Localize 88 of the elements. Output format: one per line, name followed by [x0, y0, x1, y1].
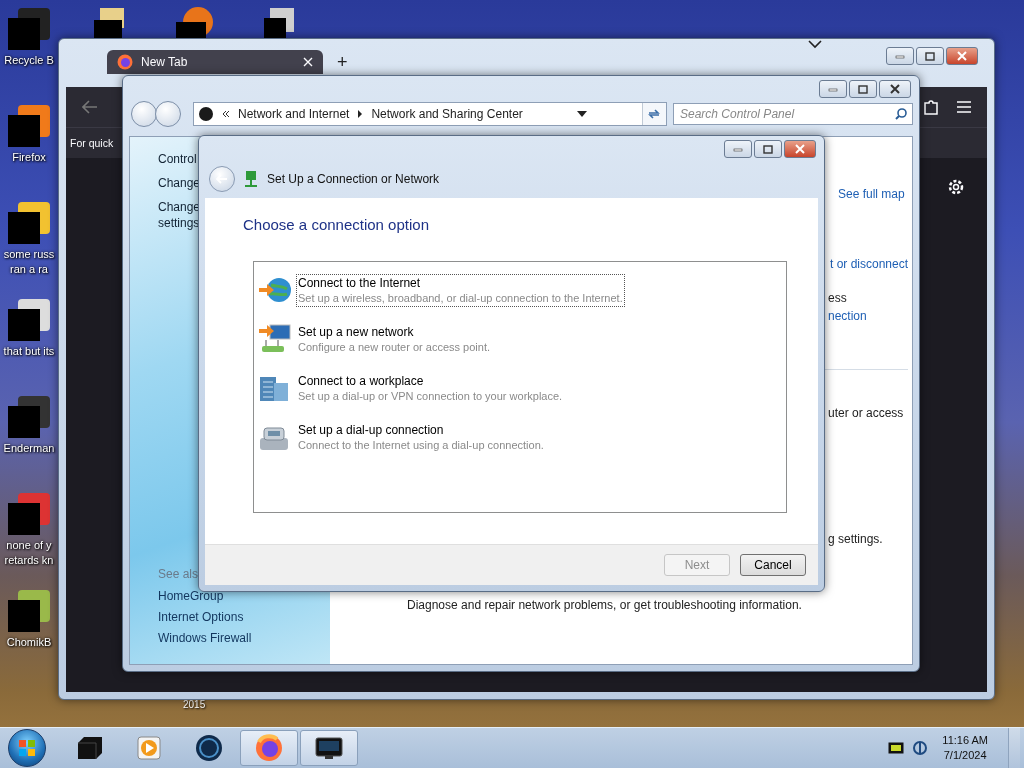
maximize-button[interactable]	[849, 80, 877, 98]
breadcrumb-arrow-icon	[357, 110, 364, 118]
back-arrow-icon	[216, 174, 228, 184]
maximize-button[interactable]	[754, 140, 782, 158]
desktop-icon-label[interactable]: ChomikB	[6, 636, 52, 649]
censored-app-icon[interactable]	[6, 588, 52, 634]
breadcrumb-item[interactable]: Network and Internet	[238, 107, 350, 121]
task-link[interactable]: t or disconnect	[830, 257, 909, 271]
minimize-icon	[828, 86, 838, 92]
start-button[interactable]	[8, 729, 46, 767]
close-icon	[956, 51, 968, 61]
close-icon[interactable]	[303, 57, 313, 67]
task-link[interactable]: nection	[828, 309, 867, 323]
minimize-button[interactable]	[724, 140, 752, 158]
back-arrow-icon[interactable]	[82, 100, 98, 114]
monitor-icon	[314, 736, 344, 760]
dialog-title: Set Up a Connection or Network	[267, 172, 440, 186]
maximize-button[interactable]	[916, 47, 944, 65]
firefox-icon	[255, 734, 283, 762]
censored-app-icon[interactable]	[174, 6, 214, 40]
see-also-heading: See als	[158, 567, 200, 581]
desktop-icon-label[interactable]: that but its	[3, 345, 55, 358]
minimize-button[interactable]	[819, 80, 847, 98]
taskbar-app-button[interactable]	[300, 730, 358, 766]
double-chevron-icon	[222, 110, 230, 118]
close-icon	[794, 144, 806, 154]
description-text: ess	[828, 291, 847, 305]
search-icon	[895, 108, 907, 120]
breadcrumb-item[interactable]: Network and Sharing Center	[371, 107, 523, 121]
menu-icon[interactable]	[957, 101, 971, 113]
bookmarks-hint-text: For quick	[70, 137, 114, 149]
globe-arrow-icon	[258, 275, 292, 305]
description-text: uter or access	[828, 406, 904, 420]
connection-option[interactable]: Connect to the Internet Set up a wireless, broadband, or dial-up connection to the Internet.	[296, 273, 625, 307]
censored-app-icon[interactable]	[6, 297, 52, 343]
maximize-icon	[763, 144, 773, 154]
back-button[interactable]	[209, 166, 235, 192]
description-text: g settings.	[828, 532, 883, 546]
refresh-icon	[647, 108, 662, 120]
censored-app-icon[interactable]	[6, 200, 52, 246]
address-bar[interactable]: Network and Internet Network and Sharing Center	[193, 102, 667, 126]
dropdown-arrow-icon[interactable]	[577, 111, 588, 117]
desktop-icon-label[interactable]: Firefox	[12, 151, 46, 164]
tab-title: New Tab	[141, 55, 189, 69]
windows-logo	[18, 739, 36, 757]
back-button[interactable]	[131, 101, 157, 127]
connection-option[interactable]: Set up a dial-up connection Connect to the Internet using a dial-up connection.	[296, 420, 546, 454]
puzzle-icon[interactable]	[923, 98, 939, 116]
minimize-button[interactable]	[886, 47, 914, 65]
browser-tab[interactable]: New Tab	[107, 50, 323, 74]
network-setup-icon	[243, 170, 259, 188]
see-also-link[interactable]: Windows Firewall	[158, 631, 330, 645]
task-link[interactable]: See full map	[838, 187, 905, 201]
desktop-icon-label[interactable]: retards kn	[4, 554, 54, 567]
network-status-icon[interactable]	[912, 740, 929, 756]
desktop-icon-label[interactable]: ran a ra	[10, 263, 48, 276]
connection-option[interactable]: Set up a new network Configure a new router or access point.	[296, 322, 492, 356]
desktop-icon-label[interactable]: none of y	[6, 539, 52, 552]
globe-icon	[195, 734, 223, 762]
tray-app-icon[interactable]	[888, 742, 905, 754]
description-text: Diagnose and repair network problems, or get troubleshooting information.	[407, 598, 802, 612]
desktop-icon-label[interactable]: some russ	[3, 248, 55, 261]
refresh-button[interactable]	[642, 103, 666, 125]
see-also-link[interactable]: Internet Options	[158, 610, 330, 624]
desktop-icon-label[interactable]: 2015	[183, 699, 206, 710]
close-button[interactable]	[879, 80, 911, 98]
maximize-icon	[858, 84, 868, 94]
settings-icon[interactable]	[947, 178, 965, 196]
media-player-icon	[136, 735, 162, 761]
dialog-heading: Choose a connection option	[243, 216, 430, 233]
censored-folder-icon[interactable]	[262, 6, 296, 40]
desktop-icon-label[interactable]: Enderman	[3, 442, 55, 455]
search-field[interactable]: Search Control Panel	[673, 103, 913, 125]
connection-option[interactable]: Connect to a workplace Set up a dial-up or VPN connection to your workplace.	[296, 371, 565, 405]
firefox-icon	[117, 54, 133, 70]
chevron-down-icon[interactable]	[808, 39, 822, 49]
forward-button[interactable]	[155, 101, 181, 127]
desktop-icon-label[interactable]: Recycle B	[4, 54, 54, 67]
minimize-icon	[895, 53, 905, 59]
close-icon	[889, 84, 901, 94]
minimize-icon	[733, 146, 743, 152]
dialog-button[interactable]: Cancel	[740, 554, 806, 576]
clock[interactable]: 11:16 AM 7/1/2024	[942, 733, 988, 763]
see-also-link[interactable]: HomeGroup	[158, 589, 330, 603]
censored-app-icon[interactable]	[6, 103, 52, 149]
maximize-icon	[925, 51, 935, 61]
new-tab-button[interactable]: +	[337, 53, 348, 71]
censored-folder-icon[interactable]	[92, 6, 126, 40]
